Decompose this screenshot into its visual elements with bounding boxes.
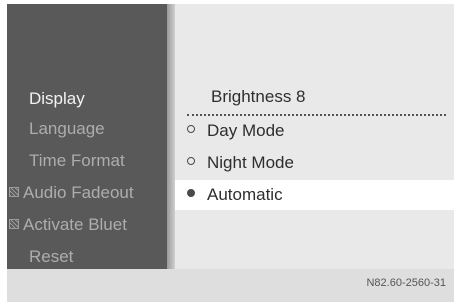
caption-strip: N82.60-2560-31 (7, 269, 454, 302)
option-night-mode[interactable]: Night Mode (187, 148, 294, 178)
menu-item-audio-fadeout[interactable]: Audio Fadeout (9, 178, 134, 208)
brightness-label: Brightness 8 (211, 87, 306, 106)
option-automatic[interactable]: Automatic (187, 180, 283, 210)
radio-off-icon (187, 125, 195, 133)
option-day-mode[interactable]: Day Mode (187, 116, 284, 146)
option-label: Day Mode (207, 121, 285, 140)
menu-item-label: Language (29, 119, 105, 138)
menu-item-label: Display (29, 89, 85, 108)
menu-item-label: Time Format (29, 151, 125, 170)
radio-on-icon (187, 189, 195, 197)
menu-item-label: Activate Bluet (23, 215, 127, 234)
menu-item-activate-bluetooth[interactable]: Activate Bluet (9, 210, 127, 240)
checkbox-icon[interactable] (9, 187, 19, 197)
brightness-setting[interactable]: Brightness 8 (211, 82, 306, 112)
reference-code: N82.60-2560-31 (366, 277, 446, 289)
menu-item-language[interactable]: Language (29, 114, 105, 144)
settings-menu: Display Language Time Format Audio Fadeo… (7, 4, 167, 269)
menu-item-label: Reset (29, 247, 74, 266)
display-submenu: Brightness 8 Day Mode Night Mode Automat… (175, 4, 454, 269)
option-label: Automatic (207, 185, 283, 204)
menu-item-reset[interactable]: Reset (29, 242, 73, 269)
radio-off-icon (187, 157, 195, 165)
menu-item-display[interactable]: Display (29, 84, 85, 114)
option-label: Night Mode (207, 153, 294, 172)
checkbox-icon[interactable] (9, 219, 19, 229)
menu-item-time-format[interactable]: Time Format (29, 146, 125, 176)
display-settings-screen: Display Language Time Format Audio Fadeo… (7, 4, 454, 269)
menu-item-label: Audio Fadeout (23, 183, 134, 202)
panel-divider (167, 4, 175, 269)
